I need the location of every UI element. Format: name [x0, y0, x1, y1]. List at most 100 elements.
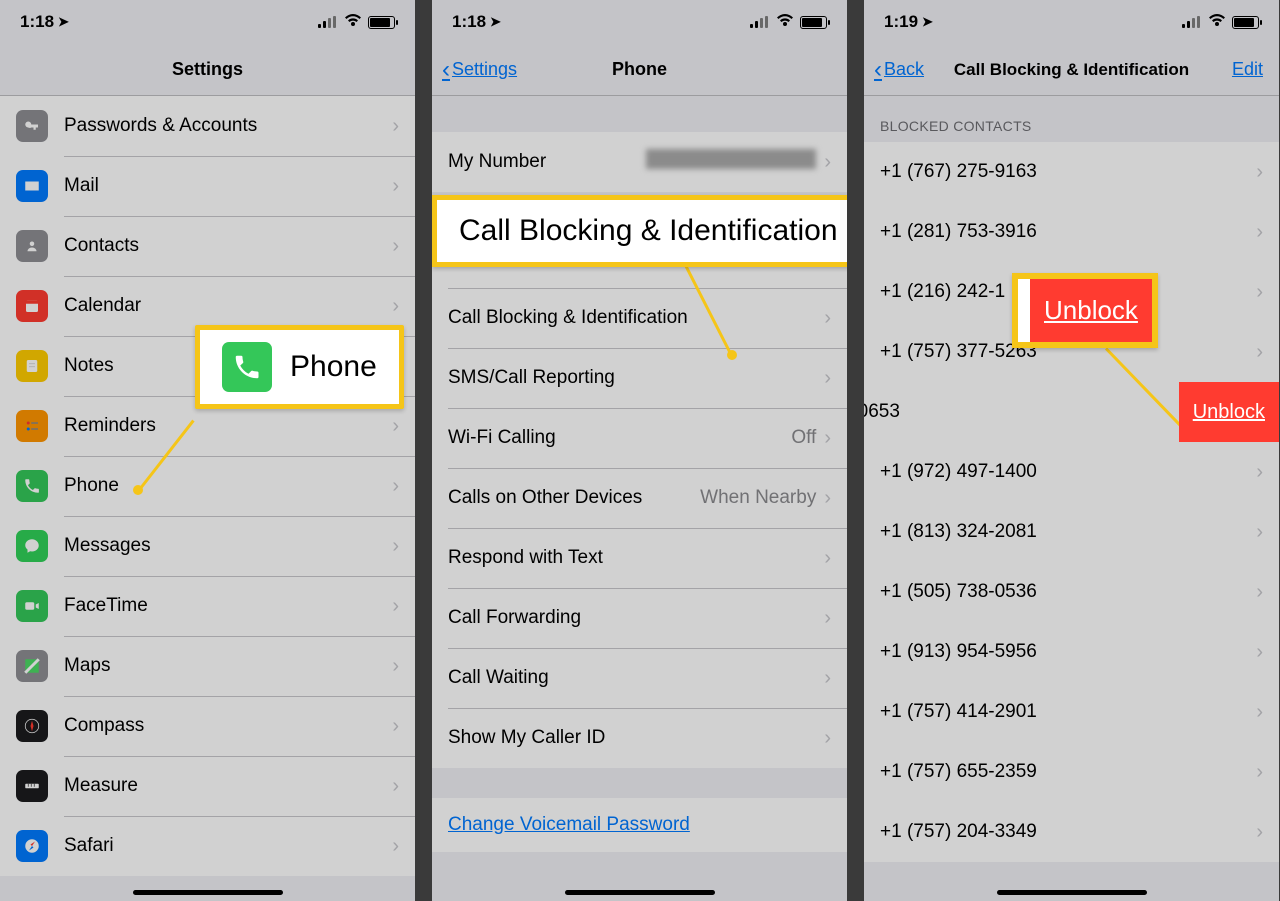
row-label: Call Forwarding [448, 607, 824, 629]
chevron-right-icon: › [824, 607, 831, 630]
cell-signal-icon [1182, 16, 1202, 28]
location-icon: ➤ [490, 14, 501, 30]
chevron-right-icon: › [824, 367, 831, 390]
row-label: Maps [64, 655, 392, 677]
safari-icon [16, 830, 48, 862]
blocked-number: +1 (757) 655-2359 [880, 761, 1256, 783]
row-label: Calls on Other Devices [448, 487, 700, 509]
row-label: Phone [64, 475, 392, 497]
chevron-right-icon: › [1256, 461, 1263, 484]
phone-row-wi-fi-calling[interactable]: Wi-Fi Calling Off › [432, 408, 847, 468]
nav-title: Settings [0, 59, 415, 80]
chevron-right-icon: › [392, 475, 399, 498]
callout-phone-label: Phone [290, 350, 377, 384]
settings-row-facetime[interactable]: FaceTime › [0, 576, 415, 636]
settings-row-messages[interactable]: Messages › [0, 516, 415, 576]
phone-row-call-blocking-identification[interactable]: Call Blocking & Identification › [432, 288, 847, 348]
phone-row-respond-with-text[interactable]: Respond with Text › [432, 528, 847, 588]
unblock-button[interactable]: Unblock [1179, 382, 1279, 442]
row-label: SMS/Call Reporting [448, 367, 824, 389]
row-label: Call Blocking & Identification [448, 307, 824, 329]
settings-row-contacts[interactable]: Contacts › [0, 216, 415, 276]
settings-row-safari[interactable]: Safari › [0, 816, 415, 876]
row-my-number[interactable]: My Number › [432, 132, 847, 192]
blocked-contact-row[interactable]: +1 (505) 738-0536 › [864, 562, 1279, 622]
row-label: Messages [64, 535, 392, 557]
phone-row-calls-on-other-devices[interactable]: Calls on Other Devices When Nearby › [432, 468, 847, 528]
chevron-right-icon: › [392, 415, 399, 438]
phone-row-sms-call-reporting[interactable]: SMS/Call Reporting › [432, 348, 847, 408]
chevron-right-icon: › [392, 535, 399, 558]
status-bar: 1:19➤ [864, 0, 1279, 44]
phone-row-call-forwarding[interactable]: Call Forwarding › [432, 588, 847, 648]
chevron-right-icon: › [392, 235, 399, 258]
blocked-number: +1 (767) 275-9163 [880, 161, 1256, 183]
blocked-number: +1 (913) 954-5956 [880, 641, 1256, 663]
location-icon: ➤ [922, 14, 933, 30]
phone-row-call-waiting[interactable]: Call Waiting › [432, 648, 847, 708]
blocked-contact-row[interactable]: +1 (757) 414-2901 › [864, 682, 1279, 742]
contacts-icon [16, 230, 48, 262]
row-label: Passwords & Accounts [64, 115, 392, 137]
row-label: Call Waiting [448, 667, 824, 689]
row-label: Contacts [64, 235, 392, 257]
settings-row-mail[interactable]: Mail › [0, 156, 415, 216]
chevron-right-icon: › [1256, 161, 1263, 184]
battery-icon [1232, 16, 1259, 29]
blocked-contact-row[interactable]: ) 574-0653 › [864, 382, 1207, 442]
settings-row-measure[interactable]: Measure › [0, 756, 415, 816]
chevron-right-icon: › [392, 775, 399, 798]
row-label: Reminders [64, 415, 392, 437]
compass-icon [16, 710, 48, 742]
home-indicator[interactable] [133, 890, 283, 895]
back-button[interactable]: ‹Back [864, 58, 924, 82]
blocked-number: +1 (757) 204-3349 [880, 821, 1256, 843]
blocked-number: +1 (813) 324-2081 [880, 521, 1256, 543]
blocked-contact-row[interactable]: +1 (281) 753-3916 › [864, 202, 1279, 262]
chevron-right-icon: › [1256, 761, 1263, 784]
status-time: 1:18 [452, 12, 486, 32]
phone-icon [16, 470, 48, 502]
home-indicator[interactable] [565, 890, 715, 895]
status-time: 1:18 [20, 12, 54, 32]
chevron-right-icon: › [1256, 221, 1263, 244]
nav-bar: ‹Back Call Blocking & Identification Edi… [864, 44, 1279, 96]
blocked-contact-row[interactable]: +1 (972) 497-1400 › [864, 442, 1279, 502]
chevron-right-icon: › [824, 151, 831, 174]
edit-button[interactable]: Edit [1232, 59, 1279, 80]
chevron-left-icon: ‹ [442, 58, 450, 82]
blocked-contact-row[interactable]: +1 (767) 275-9163 › [864, 142, 1279, 202]
settings-row-phone[interactable]: Phone › [0, 456, 415, 516]
blocked-contact-row[interactable]: +1 (813) 324-2081 › [864, 502, 1279, 562]
mail-icon [16, 170, 48, 202]
wifi-icon [776, 14, 794, 31]
blocked-contacts-header: BLOCKED CONTACTS [864, 96, 1279, 142]
phone-row-show-my-caller-id[interactable]: Show My Caller ID › [432, 708, 847, 768]
row-label: Calendar [64, 295, 392, 317]
cell-signal-icon [750, 16, 770, 28]
back-button[interactable]: ‹Settings [432, 58, 517, 82]
callout-call-blocking: Call Blocking & Identification [432, 195, 847, 267]
key-icon [16, 110, 48, 142]
blocked-contact-row[interactable]: +1 (757) 655-2359 › [864, 742, 1279, 802]
settings-row-passwords-accounts[interactable]: Passwords & Accounts › [0, 96, 415, 156]
row-label: FaceTime [64, 595, 392, 617]
chevron-right-icon: › [824, 427, 831, 450]
row-label: Compass [64, 715, 392, 737]
blocked-contact-row[interactable]: +1 (913) 954-5956 › [864, 622, 1279, 682]
change-voicemail-password-link[interactable]: Change Voicemail Password [432, 798, 847, 852]
chevron-right-icon: › [1256, 281, 1263, 304]
chevron-right-icon: › [824, 727, 831, 750]
settings-row-compass[interactable]: Compass › [0, 696, 415, 756]
chevron-right-icon: › [1256, 521, 1263, 544]
row-label: Measure [64, 775, 392, 797]
measure-icon [16, 770, 48, 802]
wifi-icon [1208, 14, 1226, 31]
settings-row-maps[interactable]: Maps › [0, 636, 415, 696]
screen-settings: 1:18➤ Settings Passwords & Accounts › Ma… [0, 0, 415, 901]
chevron-right-icon: › [1256, 701, 1263, 724]
callout-cbi-label: Call Blocking & Identification [445, 214, 838, 248]
blocked-contact-row[interactable]: +1 (757) 204-3349 › [864, 802, 1279, 862]
home-indicator[interactable] [997, 890, 1147, 895]
chevron-right-icon: › [824, 487, 831, 510]
